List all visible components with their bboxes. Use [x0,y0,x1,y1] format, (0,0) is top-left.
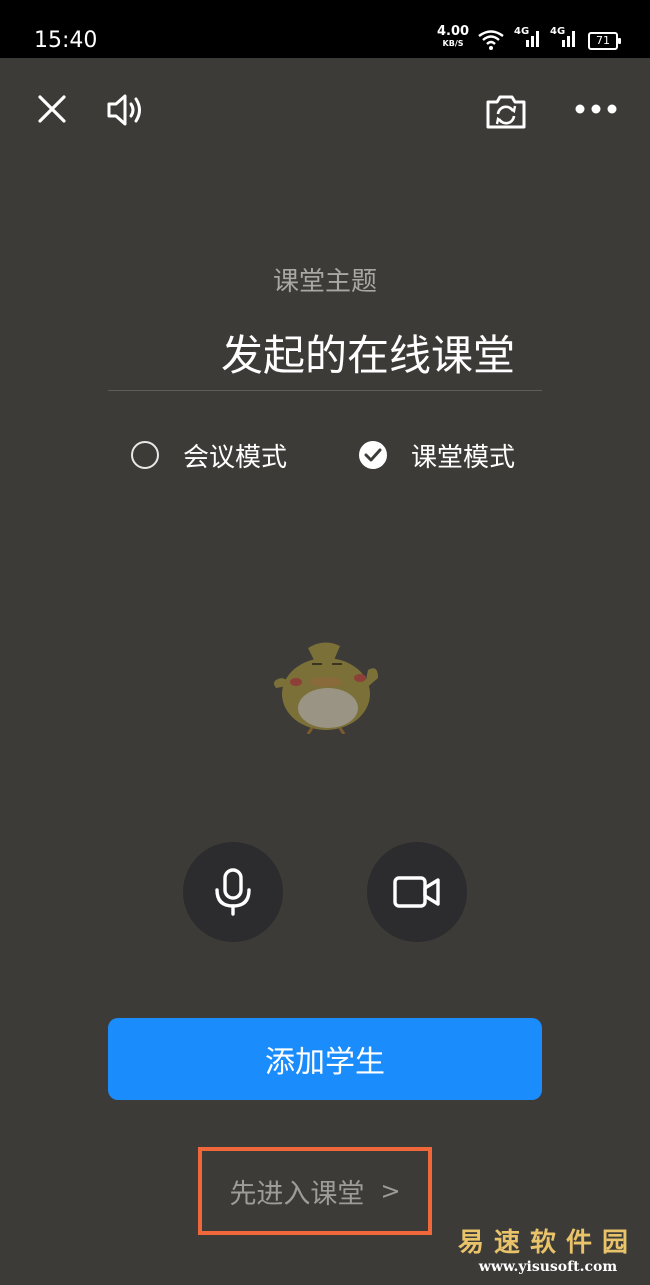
check-icon [364,448,382,462]
class-mode-label: 课堂模式 [411,442,516,473]
battery-icon: 71 [588,32,621,50]
watermark-url: www.yisusoft.com [478,1259,618,1275]
watermark: 易速软件园 www.yisusoft.com [458,1222,638,1275]
microphone-icon [215,868,251,916]
speaker-icon[interactable] [105,92,145,132]
enter-classroom-link[interactable]: 先进入课堂 > [198,1147,432,1235]
battery-level: 71 [596,34,610,47]
wifi-icon [478,30,504,50]
meeting-mode-option[interactable]: 会议模式 [131,437,287,473]
status-bar: 15:40 4.00 KB/S 4G 4G 71 [0,0,650,58]
mascot-illustration [268,638,384,738]
network-speed-value: 4.00 [437,24,470,39]
class-mode-radio[interactable] [359,441,387,469]
meeting-mode-radio[interactable] [131,441,159,469]
class-mode-option[interactable]: 课堂模式 [359,437,515,473]
enter-classroom-label: 先进入课堂 [229,1178,365,1210]
network-speed: 4.00 KB/S [437,24,470,50]
cellular-signal-1-icon: 4G [514,26,542,48]
microphone-button[interactable] [183,842,283,942]
video-camera-icon [393,876,440,908]
cellular-signal-2-icon: 4G [550,26,578,48]
topic-divider [108,390,542,391]
topic-title-input[interactable]: 发起的在线课堂 [0,322,650,383]
network-speed-unit: KB/S [442,39,464,48]
close-icon[interactable] [36,93,68,129]
camera-button[interactable] [367,842,467,942]
meeting-mode-label: 会议模式 [183,442,288,473]
topic-label: 课堂主题 [272,267,377,297]
more-icon[interactable] [574,100,618,119]
watermark-title: 易速软件园 [457,1228,638,1258]
add-students-button[interactable]: 添加学生 [108,1018,542,1100]
camera-flip-icon[interactable] [484,94,528,134]
status-time: 15:40 [34,28,98,53]
chevron-right-icon: > [380,1177,401,1205]
